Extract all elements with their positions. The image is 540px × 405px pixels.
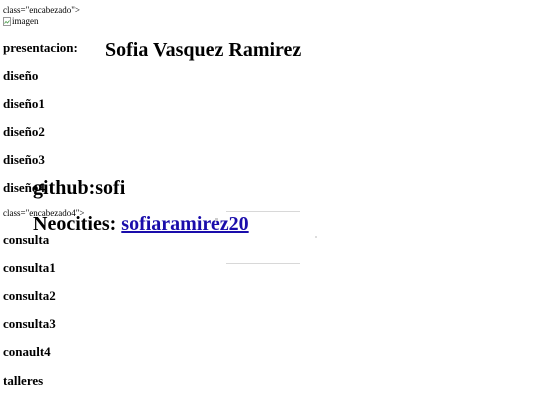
neocities-line: Neocities: sofiaramirez20 [33, 213, 249, 235]
empty-frame-bottom-edge [226, 263, 300, 264]
nav-item-diseno3[interactable]: diseño3 [3, 152, 45, 167]
broken-image-icon [3, 16, 11, 26]
github-text: github:sofi [33, 177, 126, 199]
nav-item-presentacion[interactable]: presentacion: [3, 40, 78, 55]
nav-item-diseno[interactable]: diseño [3, 68, 38, 83]
nav-item-diseno2[interactable]: diseño2 [3, 124, 45, 139]
nav-item-consulta1[interactable]: consulta1 [3, 260, 56, 275]
nav-item-diseno1[interactable]: diseño1 [3, 96, 45, 111]
header-image: imagen [3, 16, 39, 26]
page-title: Sofia Vasquez Ramirez [105, 39, 302, 61]
nav-item-conault4[interactable]: conault4 [3, 344, 51, 359]
image-alt-text: imagen [12, 16, 39, 26]
empty-frame-marker-right [315, 236, 317, 238]
empty-frame-top-edge [226, 211, 300, 212]
nav-item-consulta2[interactable]: consulta2 [3, 288, 56, 303]
empty-frame-marker [215, 218, 218, 221]
nav-item-talleres[interactable]: talleres [3, 373, 43, 388]
nav-item-consulta[interactable]: consulta [3, 232, 49, 247]
stray-markup-text-encabezado: class="encabezado"> [3, 5, 80, 15]
neocities-link[interactable]: sofiaramirez20 [121, 213, 248, 235]
nav-item-consulta3[interactable]: consulta3 [3, 316, 56, 331]
